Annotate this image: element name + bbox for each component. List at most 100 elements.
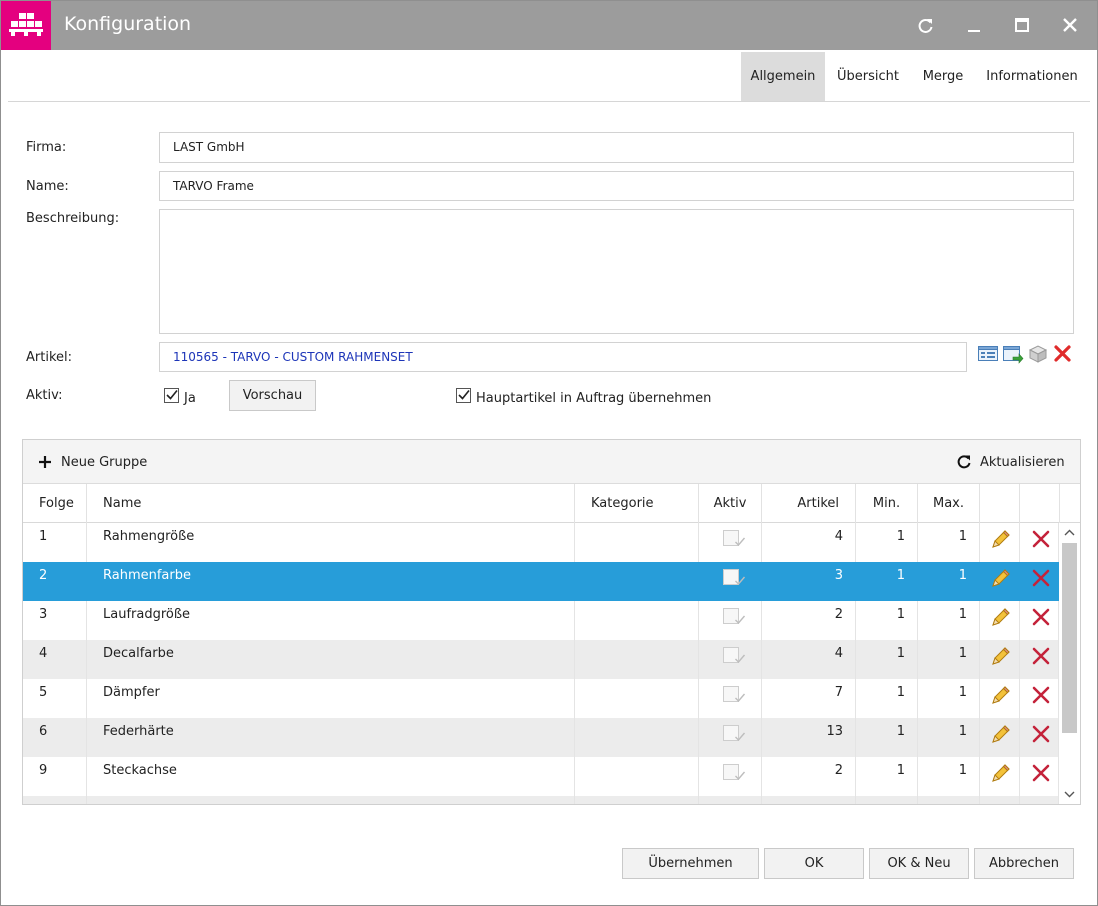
- col-aktiv[interactable]: Aktiv: [699, 484, 762, 523]
- delete-icon: [1032, 686, 1050, 704]
- cell-max: 1: [918, 718, 980, 757]
- edit-row-button[interactable]: [980, 757, 1020, 796]
- delete-row-button[interactable]: [1020, 718, 1059, 757]
- col-folge[interactable]: Folge: [23, 484, 87, 523]
- col-kategorie[interactable]: Kategorie: [575, 484, 699, 523]
- table-row[interactable]: 5 Dämpfer 7 1 1: [23, 679, 1059, 718]
- artikel-box-button[interactable]: [1027, 343, 1049, 369]
- abbrechen-button[interactable]: Abbrechen: [974, 848, 1074, 879]
- tab-allgemein[interactable]: Allgemein: [741, 52, 825, 101]
- cell-min: 1: [856, 679, 918, 718]
- cell-min: 1: [856, 718, 918, 757]
- window-go-icon: [1003, 346, 1024, 364]
- edit-row-button[interactable]: [980, 601, 1020, 640]
- aktiv-row-checkbox: [723, 608, 746, 625]
- title-bar[interactable]: Konfiguration: [1, 1, 1097, 50]
- cell-folge: 9: [23, 757, 87, 796]
- scrollbar-thumb[interactable]: [1062, 543, 1077, 733]
- col-artikel[interactable]: Artikel: [762, 484, 856, 523]
- tab-bar: Allgemein Übersicht Merge Informationen: [8, 51, 1090, 102]
- name-field[interactable]: TARVO Frame: [159, 171, 1074, 201]
- ok-neu-button[interactable]: OK & Neu: [869, 848, 969, 879]
- table-row[interactable]: 2 Rahmenfarbe 3 1 1: [23, 562, 1059, 601]
- cell-name: Rahmengröße: [87, 523, 575, 562]
- col-max[interactable]: Max.: [918, 484, 980, 523]
- checkmark-icon: [735, 693, 746, 703]
- neue-gruppe-button[interactable]: Neue Gruppe: [61, 455, 147, 470]
- table-row[interactable]: 1 Rahmengröße 4 1 1: [23, 523, 1059, 562]
- refresh-window-button[interactable]: [913, 13, 939, 39]
- cell-max: 1: [918, 679, 980, 718]
- delete-row-button[interactable]: [1020, 640, 1059, 679]
- ok-button[interactable]: OK: [764, 848, 864, 879]
- delete-row-button[interactable]: [1020, 562, 1059, 601]
- grid-scrollbar[interactable]: [1059, 523, 1080, 804]
- close-button[interactable]: [1057, 13, 1083, 39]
- cell-artikel: [762, 796, 856, 804]
- aktualisieren-button[interactable]: Aktualisieren: [980, 455, 1065, 470]
- checkmark-icon: [735, 537, 746, 547]
- table-row[interactable]: 4 Decalfarbe 4 1 1: [23, 640, 1059, 679]
- grid-rows: 1 Rahmengröße 4 1 1 2 Rahmenfarbe 3 1 1 3 Laufradgr…: [23, 523, 1059, 804]
- col-delete: [1020, 484, 1060, 523]
- edit-row-button[interactable]: [980, 640, 1020, 679]
- artikel-open-button[interactable]: [1002, 343, 1024, 369]
- aktiv-row-checkbox: [723, 686, 746, 703]
- cell-kategorie: [575, 679, 699, 718]
- cell-min: 1: [856, 523, 918, 562]
- refresh-icon: [918, 18, 933, 33]
- table-row[interactable]: 9 Steckachse 2 1 1: [23, 757, 1059, 796]
- edit-row-button[interactable]: [980, 679, 1020, 718]
- artikel-field[interactable]: 110565 - TARVO - CUSTOM RAHMENSET: [159, 342, 967, 372]
- delete-row-button[interactable]: [1020, 601, 1059, 640]
- scroll-down-icon[interactable]: [1059, 786, 1080, 802]
- pencil-icon: [992, 569, 1010, 587]
- edit-row-button[interactable]: [980, 718, 1020, 757]
- cell-name: Decalfarbe: [87, 640, 575, 679]
- edit-row-button[interactable]: [980, 523, 1020, 562]
- maximize-button[interactable]: [1009, 13, 1035, 39]
- pencil-icon: [992, 725, 1010, 743]
- cell-aktiv: [699, 757, 762, 796]
- table-row[interactable]: [23, 796, 1059, 804]
- firma-field[interactable]: LAST GmbH: [159, 132, 1074, 163]
- cell-min: 1: [856, 757, 918, 796]
- minimize-button[interactable]: [961, 13, 987, 39]
- cell-delete: [1020, 796, 1059, 804]
- cell-min: 1: [856, 640, 918, 679]
- cell-edit: [980, 796, 1020, 804]
- edit-row-button[interactable]: [980, 562, 1020, 601]
- table-row[interactable]: 3 Laufradgröße 2 1 1: [23, 601, 1059, 640]
- table-row[interactable]: 6 Federhärte 13 1 1: [23, 718, 1059, 757]
- scroll-up-icon[interactable]: [1059, 525, 1080, 541]
- cell-aktiv: [699, 562, 762, 601]
- tab-informationen[interactable]: Informationen: [980, 52, 1084, 101]
- aktiv-checkbox[interactable]: [164, 388, 179, 403]
- checkmark-icon: [735, 732, 746, 742]
- col-name[interactable]: Name: [87, 484, 575, 523]
- aktiv-row-checkbox: [723, 764, 746, 781]
- beschreibung-label: Beschreibung:: [26, 211, 120, 226]
- cell-name: Laufradgröße: [87, 601, 575, 640]
- delete-icon: [1032, 725, 1050, 743]
- tab-uebersicht[interactable]: Übersicht: [830, 52, 906, 101]
- hauptartikel-checkbox[interactable]: [456, 388, 471, 403]
- col-min[interactable]: Min.: [856, 484, 918, 523]
- delete-row-button[interactable]: [1020, 757, 1059, 796]
- cell-folge: 5: [23, 679, 87, 718]
- uebernehmen-button[interactable]: Übernehmen: [622, 848, 759, 879]
- cell-aktiv: [699, 523, 762, 562]
- tab-merge[interactable]: Merge: [911, 52, 975, 101]
- beschreibung-textarea[interactable]: [159, 209, 1074, 334]
- delete-row-button[interactable]: [1020, 679, 1059, 718]
- hauptartikel-label: Hauptartikel in Auftrag übernehmen: [476, 391, 712, 406]
- artikel-remove-button[interactable]: [1053, 343, 1073, 367]
- cell-aktiv: [699, 640, 762, 679]
- vorschau-button[interactable]: Vorschau: [229, 380, 316, 411]
- artikel-details-button[interactable]: [977, 343, 999, 367]
- checkmark-icon: [735, 771, 746, 781]
- aktiv-row-checkbox: [723, 725, 746, 742]
- konfiguration-dialog: Konfiguration Allgemein Übersicht Merge …: [0, 0, 1098, 906]
- delete-row-button[interactable]: [1020, 523, 1059, 562]
- cell-max: 1: [918, 562, 980, 601]
